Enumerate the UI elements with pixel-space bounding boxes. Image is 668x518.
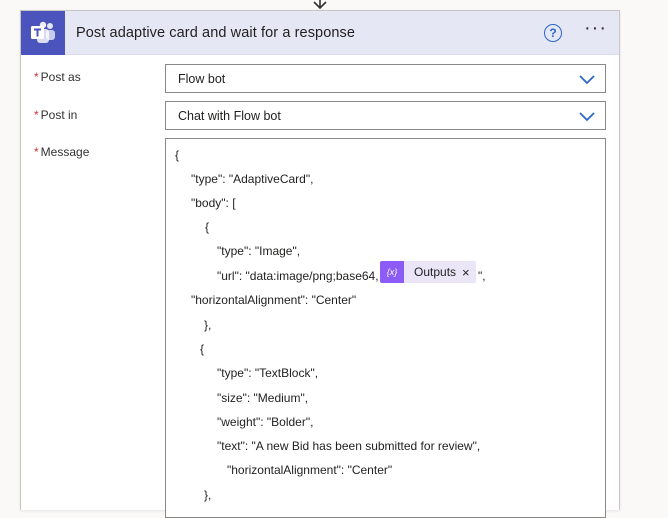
post-in-dropdown[interactable]: Chat with Flow bot — [165, 101, 606, 130]
action-title: Post adaptive card and wait for a respon… — [76, 24, 356, 41]
required-marker: * — [34, 70, 39, 84]
more-options-icon[interactable]: ··· — [584, 18, 607, 43]
code-line: }, — [204, 318, 212, 332]
code-line: "text": "A new Bid has been submitted fo… — [217, 439, 481, 453]
action-card: Post adaptive card and wait for a respon… — [20, 10, 620, 518]
code-line: "weight": "Bolder", — [217, 415, 314, 429]
close-icon[interactable]: × — [462, 265, 476, 280]
action-card-header[interactable]: Post adaptive card and wait for a respon… — [21, 10, 619, 55]
message-editor[interactable]: { "type": "AdaptiveCard", "body": [ { "t… — [165, 138, 606, 518]
required-marker: * — [34, 108, 39, 122]
post-as-value: Flow bot — [178, 71, 226, 86]
post-as-label: * Post as — [34, 70, 81, 84]
expression-icon: {x} — [380, 261, 404, 283]
code-line: "type": "TextBlock", — [217, 366, 319, 380]
post-as-label-text: Post as — [40, 70, 81, 84]
code-line: "size": "Medium", — [217, 391, 309, 405]
chevron-down-icon — [579, 112, 595, 122]
token-label: Outputs — [414, 265, 457, 279]
flow-connector-arrow-icon — [313, 0, 327, 10]
post-in-label: * Post in — [34, 108, 77, 122]
code-line: "url": "data:image/png;base64, — [217, 269, 379, 283]
code-line: ", — [478, 269, 486, 283]
code-line: { — [205, 220, 210, 234]
teams-logo-icon — [21, 10, 65, 55]
post-in-label-text: Post in — [40, 108, 78, 122]
required-marker: * — [34, 145, 39, 159]
code-line: { — [200, 342, 205, 356]
code-line: "horizontalAlignment": "Center" — [227, 463, 393, 477]
code-line: "horizontalAlignment": "Center" — [191, 293, 357, 307]
code-line: }, — [204, 488, 212, 502]
message-label-text: Message — [40, 145, 90, 159]
code-line: { — [175, 148, 180, 162]
code-line: "body": [ — [191, 196, 236, 210]
dynamic-content-token-outputs[interactable]: {x} Outputs × — [380, 261, 476, 283]
chevron-down-icon — [579, 75, 595, 85]
message-label: * Message — [34, 145, 89, 159]
help-icon[interactable]: ? — [544, 23, 563, 42]
post-in-value: Chat with Flow bot — [178, 108, 281, 123]
post-as-dropdown[interactable]: Flow bot — [165, 64, 606, 93]
code-line: "type": "Image", — [217, 244, 301, 258]
code-line: "type": "AdaptiveCard", — [191, 172, 314, 186]
